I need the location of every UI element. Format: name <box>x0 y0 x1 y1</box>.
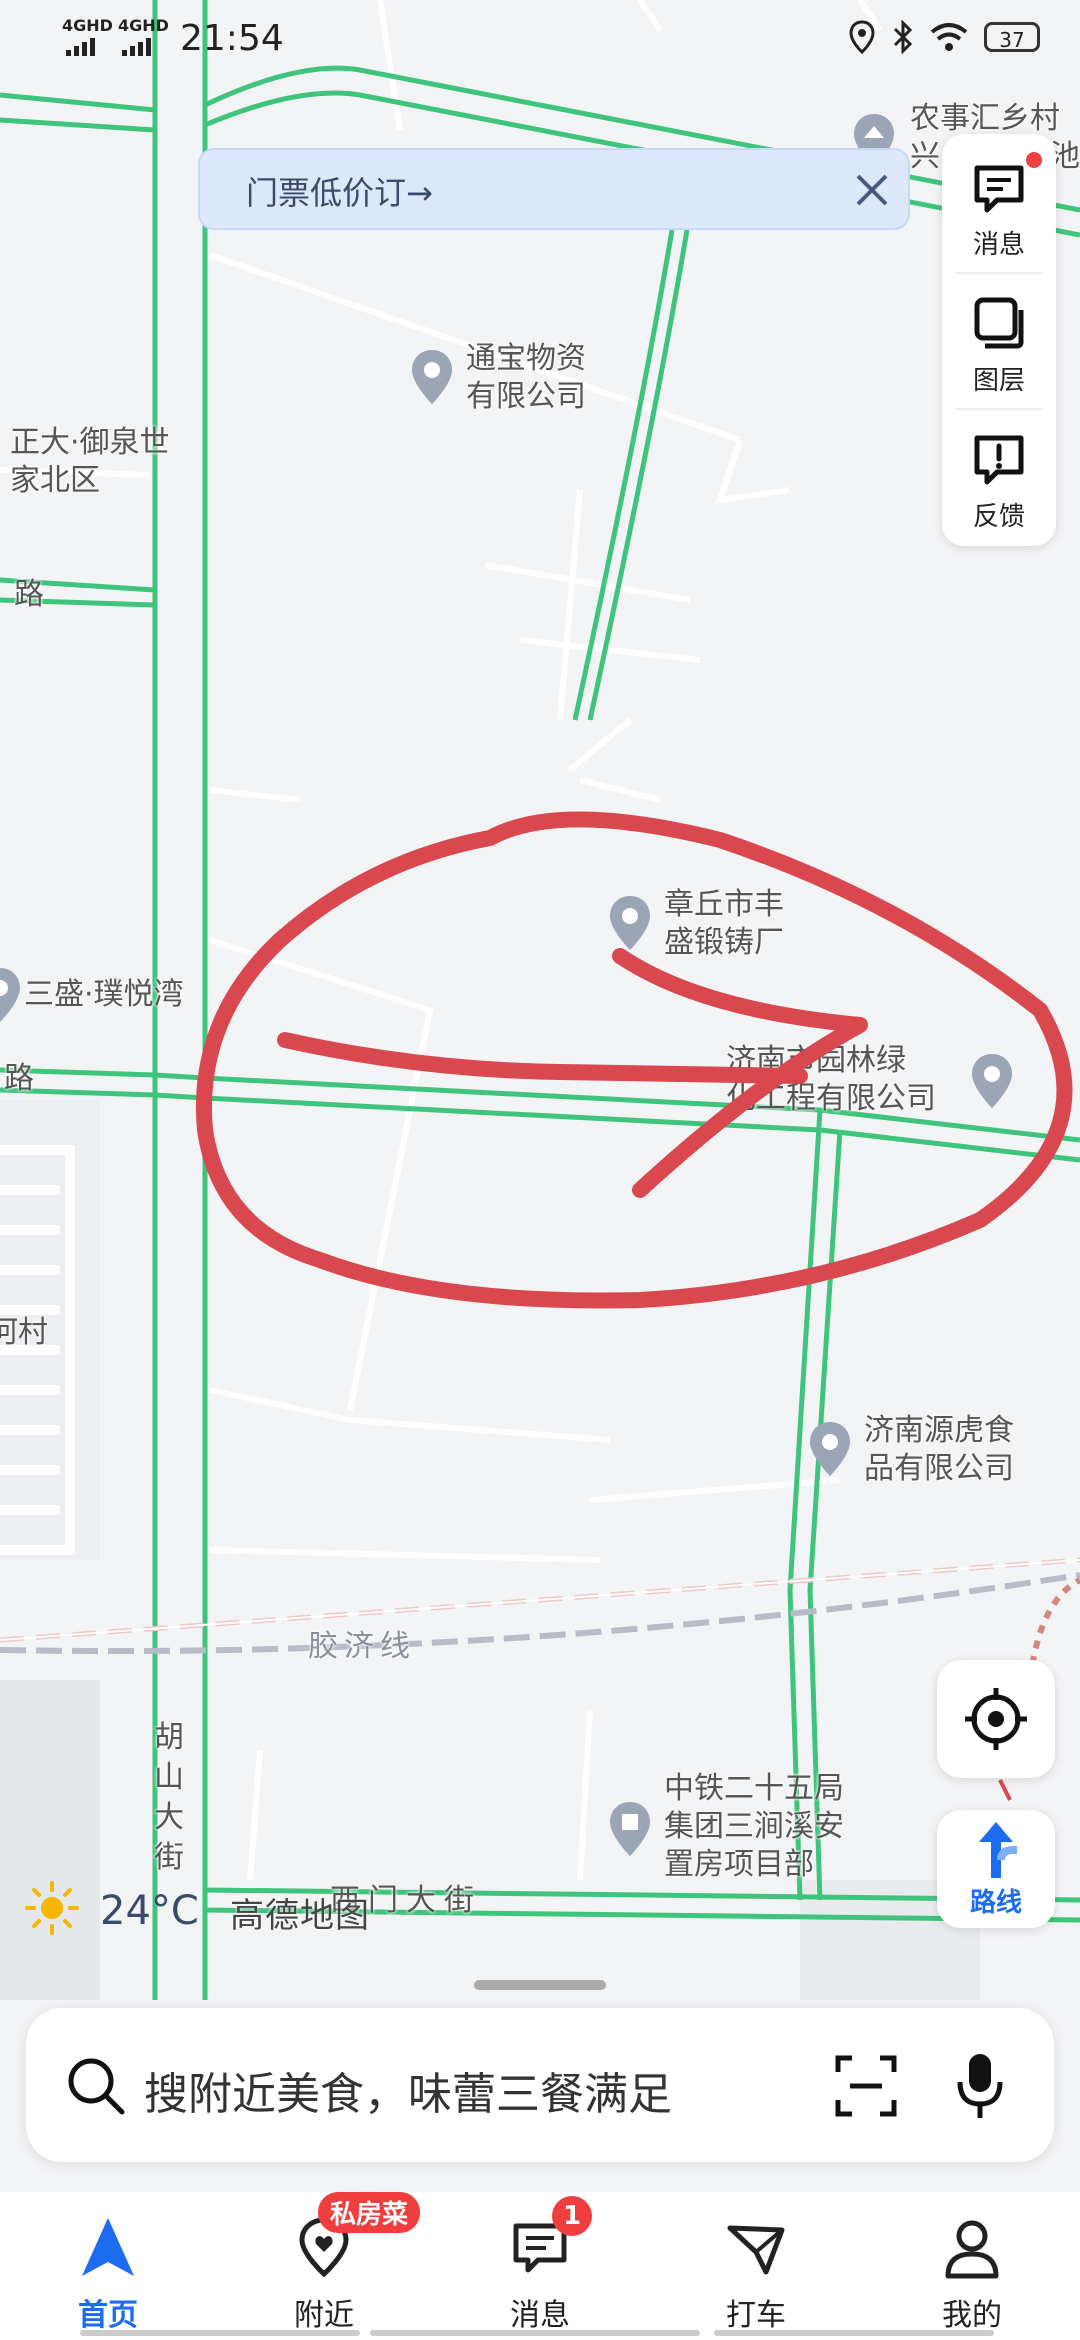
sun-icon <box>25 1881 79 1935</box>
drag-handle[interactable] <box>474 1980 606 1990</box>
poi-label-sansheng[interactable]: 三盛·璞悦湾 <box>24 976 184 1014</box>
search-icon <box>68 2058 125 2115</box>
building-pin-icon[interactable] <box>606 1800 654 1858</box>
nav-indicator <box>370 2330 700 2336</box>
nav-nearby[interactable]: 私房菜 附近 <box>216 2192 432 2340</box>
close-icon[interactable] <box>844 162 900 218</box>
poi-label-zhengda[interactable]: 正大·御泉世 家北区 <box>10 424 170 500</box>
poi-pin-icon[interactable] <box>968 1052 1016 1110</box>
side-layers-label: 图层 <box>972 366 1025 396</box>
signal-icon-2 <box>122 38 151 56</box>
poi-label-tongbao[interactable]: 通宝物资 有限公司 <box>466 340 586 416</box>
route-label: 路线 <box>969 1888 1022 1918</box>
amap-watermark: 高德地图 <box>230 1896 370 1936</box>
feedback-icon <box>974 435 1024 485</box>
microphone-icon[interactable] <box>954 2050 1006 2122</box>
messages-badge: 1 <box>552 2196 592 2236</box>
battery-icon: 37 <box>984 22 1040 52</box>
poi-label-yuanhu[interactable]: 济南源虎食 品有限公司 <box>864 1412 1014 1488</box>
bottom-navigation: 首页 私房菜 附近 1 消息 打车 我的 <box>0 2192 1080 2340</box>
locate-me-button[interactable] <box>937 1660 1055 1778</box>
signal-icon <box>66 38 95 56</box>
nav-taxi-label: 打车 <box>726 2298 786 2333</box>
divider <box>956 272 1042 274</box>
weather-widget[interactable]: 24°C <box>24 1880 199 1946</box>
nav-taxi[interactable]: 打车 <box>648 2192 864 2340</box>
nav-home[interactable]: 首页 <box>0 2192 216 2340</box>
road-label-left-2: 路 <box>4 1061 34 1096</box>
route-arrow-icon <box>979 1822 1017 1878</box>
side-feedback-label: 反馈 <box>972 502 1025 532</box>
network-indicator-2: 4GHD <box>118 16 169 35</box>
nearby-badge: 私房菜 <box>318 2192 421 2233</box>
temperature: 24°C <box>100 1888 199 1934</box>
bluetooth-icon <box>893 20 913 54</box>
side-message-button[interactable]: 消息 <box>942 140 1056 270</box>
side-layers-button[interactable]: 图层 <box>942 276 1056 406</box>
taxi-icon <box>727 2225 785 2275</box>
nav-nearby-label: 附近 <box>294 2298 354 2333</box>
poi-label-zhangqiu[interactable]: 章丘市丰 盛锻铸厂 <box>664 886 784 962</box>
home-navigation-icon <box>82 2218 134 2276</box>
ticket-promo-banner[interactable]: 门票低价订→ <box>198 148 910 230</box>
nav-home-label: 首页 <box>78 2298 138 2333</box>
divider <box>956 408 1042 410</box>
nav-messages[interactable]: 1 消息 <box>432 2192 648 2340</box>
poi-pin-icon[interactable] <box>806 1420 854 1478</box>
route-button[interactable]: 路线 <box>937 1810 1055 1928</box>
rail-label-jiaoji: 胶济线 <box>308 1629 416 1664</box>
poi-pin-icon[interactable] <box>606 894 654 952</box>
nav-profile-label: 我的 <box>942 2298 1002 2333</box>
map-tools-panel: 消息 图层 反馈 <box>942 134 1056 546</box>
poi-label-zhongtie[interactable]: 中铁二十五局 集团三涧溪安 置房项目部 <box>664 1770 844 1884</box>
unread-dot <box>1026 152 1042 168</box>
banner-text[interactable]: 门票低价订→ <box>246 168 433 214</box>
wifi-icon <box>930 23 968 51</box>
village-label-left: 河村 <box>0 1315 48 1350</box>
side-message-label: 消息 <box>972 230 1025 260</box>
message-icon <box>974 165 1024 213</box>
nav-indicator <box>714 2330 994 2336</box>
layers-icon <box>974 297 1024 349</box>
nav-messages-label: 消息 <box>510 2298 570 2333</box>
profile-icon <box>945 2220 999 2279</box>
nav-profile[interactable]: 我的 <box>864 2192 1080 2340</box>
status-bar: 4GHD 4GHD 21:54 37 <box>0 0 1080 80</box>
poi-pin-icon[interactable] <box>0 966 24 1024</box>
network-indicator: 4GHD <box>62 16 113 35</box>
location-icon <box>849 20 875 54</box>
search-bar[interactable]: 搜附近美食，味蕾三餐满足 <box>26 2008 1054 2162</box>
road-label-left-1: 路 <box>14 577 44 612</box>
clock: 21:54 <box>180 18 284 59</box>
search-input[interactable]: 搜附近美食，味蕾三餐满足 <box>144 2058 672 2122</box>
poi-label-jinan-garden[interactable]: 济南市园林绿 化工程有限公司 <box>726 1042 936 1118</box>
crosshair-icon <box>965 1688 1027 1750</box>
poi-pin-icon[interactable] <box>408 348 456 406</box>
road-label-hushan: 胡 山 大 街 <box>154 1720 184 1875</box>
side-feedback-button[interactable]: 反馈 <box>942 412 1056 542</box>
scan-icon[interactable] <box>834 2054 898 2118</box>
nav-indicator <box>80 2330 360 2336</box>
